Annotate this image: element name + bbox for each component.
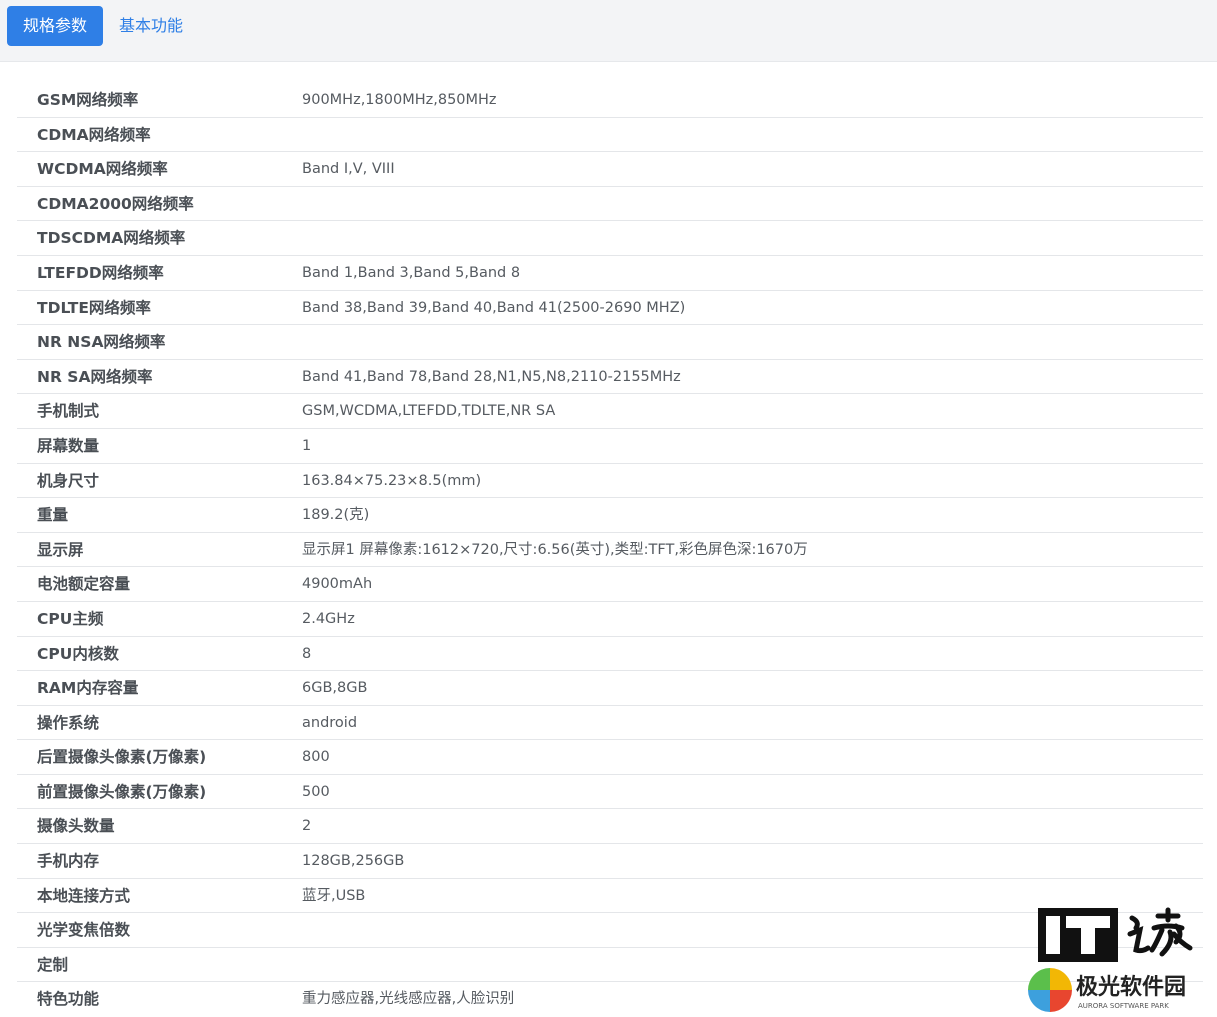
spec-row: TDSCDMA网络频率 xyxy=(17,221,1203,256)
spec-label: 光学变焦倍数 xyxy=(37,921,131,940)
spec-value: 128GB,256GB xyxy=(302,853,405,870)
spec-row: 特色功能 重力感应器,光线感应器,人脸识别 xyxy=(17,982,1203,1017)
spec-label: CPU内核数 xyxy=(37,644,119,663)
spec-label: TDSCDMA网络频率 xyxy=(37,229,186,248)
spec-row: 操作系统 android xyxy=(17,706,1203,741)
spec-row: NR NSA网络频率 xyxy=(17,325,1203,360)
spec-label: WCDMA网络频率 xyxy=(37,160,168,179)
spec-label: NR NSA网络频率 xyxy=(37,333,166,352)
spec-label: LTEFDD网络频率 xyxy=(37,263,164,282)
tab-specs[interactable]: 规格参数 xyxy=(7,6,103,46)
spec-value: 1 xyxy=(302,437,312,454)
spec-row: 电池额定容量 4900mAh xyxy=(17,567,1203,602)
spec-row: 手机制式 GSM,WCDMA,LTEFDD,TDLTE,NR SA xyxy=(17,394,1203,429)
spec-label: CPU主频 xyxy=(37,609,104,628)
spec-value: 800 xyxy=(302,749,330,766)
spec-row: 定制 xyxy=(17,948,1203,983)
spec-value: Band 41,Band 78,Band 28,N1,N5,N8,2110-21… xyxy=(302,368,681,385)
spec-label: 重量 xyxy=(37,506,69,525)
spec-row: CPU内核数 8 xyxy=(17,637,1203,672)
spec-label: RAM内存容量 xyxy=(37,679,139,698)
spec-label: 特色功能 xyxy=(37,990,100,1009)
spec-label: 屏幕数量 xyxy=(37,436,100,455)
spec-value: GSM,WCDMA,LTEFDD,TDLTE,NR SA xyxy=(302,403,556,420)
spec-row: 手机内存 128GB,256GB xyxy=(17,844,1203,879)
spec-row: CDMA网络频率 xyxy=(17,118,1203,153)
spec-row: CDMA2000网络频率 xyxy=(17,187,1203,222)
spec-value: 6GB,8GB xyxy=(302,680,368,697)
spec-row: 重量 189.2(克) xyxy=(17,498,1203,533)
spec-label: 后置摄像头像素(万像素) xyxy=(37,748,207,767)
spec-value: Band 1,Band 3,Band 5,Band 8 xyxy=(302,264,521,281)
spec-value: 900MHz,1800MHz,850MHz xyxy=(302,92,497,108)
spec-row: 屏幕数量 1 xyxy=(17,429,1203,464)
spec-row: TDLTE网络频率 Band 38,Band 39,Band 40,Band 41… xyxy=(17,291,1203,326)
spec-value: 重力感应器,光线感应器,人脸识别 xyxy=(302,991,515,1008)
spec-row: NR SA网络频率 Band 41,Band 78,Band 28,N1,N5,N… xyxy=(17,360,1203,395)
spec-row: 光学变焦倍数 xyxy=(17,913,1203,948)
spec-label: 前置摄像头像素(万像素) xyxy=(37,782,207,801)
spec-label: 摄像头数量 xyxy=(37,817,115,836)
spec-label: GSM网络频率 xyxy=(37,91,139,109)
spec-row: CPU主频 2.4GHz xyxy=(17,602,1203,637)
spec-value: 蓝牙,USB xyxy=(302,887,366,904)
spec-row: 前置摄像头像素(万像素) 500 xyxy=(17,775,1203,810)
spec-value: 2 xyxy=(302,818,312,835)
spec-value: 500 xyxy=(302,783,330,800)
spec-label: CDMA2000网络频率 xyxy=(37,194,194,213)
spec-label: TDLTE网络频率 xyxy=(37,298,151,317)
spec-row: RAM内存容量 6GB,8GB xyxy=(17,671,1203,706)
spec-row: LTEFDD网络频率 Band 1,Band 3,Band 5,Band 8 xyxy=(17,256,1203,291)
spec-row: 后置摄像头像素(万像素) 800 xyxy=(17,740,1203,775)
spec-row: 本地连接方式 蓝牙,USB xyxy=(17,879,1203,914)
spec-value: Band 38,Band 39,Band 40,Band 41(2500-269… xyxy=(302,299,686,316)
spec-row: 显示屏 显示屏1 屏幕像素:1612×720,尺寸:6.56(英寸),类型:TFT… xyxy=(17,533,1203,568)
spec-value: 显示屏1 屏幕像素:1612×720,尺寸:6.56(英寸),类型:TFT,彩色… xyxy=(302,541,808,558)
spec-value: 8 xyxy=(302,645,312,662)
spec-label: NR SA网络频率 xyxy=(37,367,153,386)
spec-value: 163.84×75.23×8.5(mm) xyxy=(302,472,482,489)
spec-label: 操作系统 xyxy=(37,713,100,732)
spec-value: Band Ⅰ,V, VIII xyxy=(302,161,395,178)
spec-row: 机身尺寸 163.84×75.23×8.5(mm) xyxy=(17,464,1203,499)
spec-table: GSM网络频率 900MHz,1800MHz,850MHz CDMA网络频率 WCDM… xyxy=(17,83,1203,1017)
spec-value: 189.2(克) xyxy=(302,507,370,524)
spec-row: WCDMA网络频率 Band Ⅰ,V, VIII xyxy=(17,152,1203,187)
spec-value: 4900mAh xyxy=(302,576,373,593)
spec-label: CDMA网络频率 xyxy=(37,125,151,144)
tab-basic-functions[interactable]: 基本功能 xyxy=(119,6,183,46)
spec-label: 电池额定容量 xyxy=(37,575,131,594)
spec-label: 手机制式 xyxy=(37,402,100,421)
spec-label: 定制 xyxy=(37,955,69,974)
spec-value: 2.4GHz xyxy=(302,610,355,627)
spec-row: 摄像头数量 2 xyxy=(17,809,1203,845)
tab-bar: 规格参数 基本功能 xyxy=(0,0,1217,62)
spec-row: GSM网络频率 900MHz,1800MHz,850MHz xyxy=(17,83,1203,118)
spec-label: 机身尺寸 xyxy=(37,471,100,490)
spec-label: 手机内存 xyxy=(37,852,100,871)
spec-value: android xyxy=(302,714,358,731)
spec-label: 本地连接方式 xyxy=(37,886,131,905)
spec-label: 显示屏 xyxy=(37,540,84,559)
